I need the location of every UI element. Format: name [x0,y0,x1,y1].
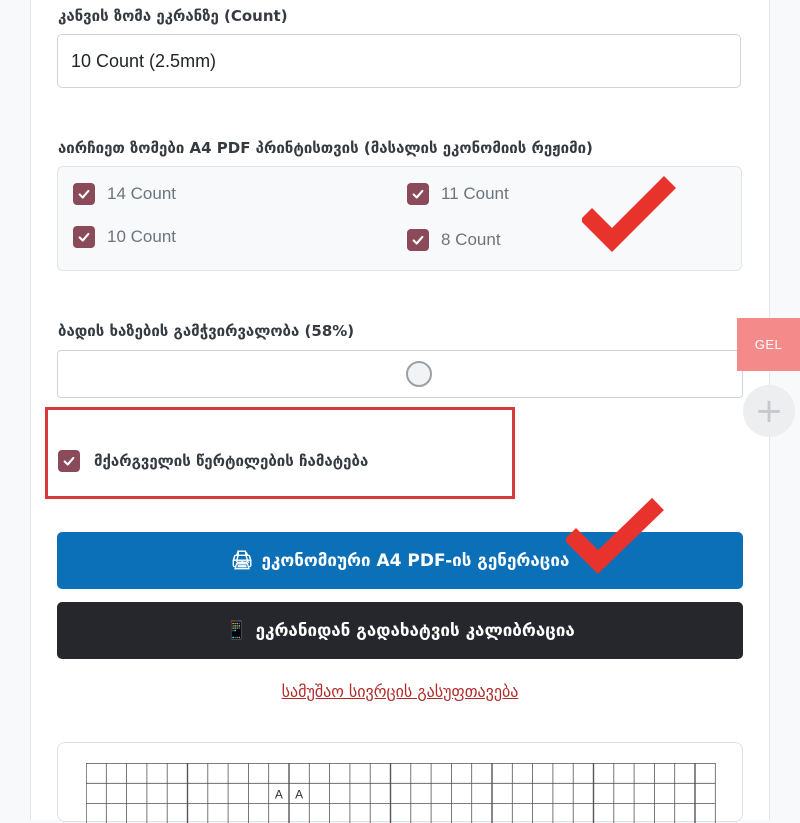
checkbox-checked-icon[interactable] [407,183,429,205]
print-size-option-14[interactable]: 14 Count [73,181,176,207]
print-sizes-label: აირჩიეთ ზომები A4 PDF პრინტისთვის (მასალ… [58,139,593,157]
generate-pdf-label: ეკონომიური A4 PDF-ის გენერაცია [261,550,570,571]
slider-thumb[interactable] [406,361,432,387]
phone-icon: 📱 [225,620,248,641]
print-size-option-label: 14 Count [107,184,176,203]
printer-icon: 🖨 [230,550,254,571]
clear-workspace-link[interactable]: სამუშაო სივრცის გასუფთავება [0,682,800,701]
print-size-option-label: 11 Count [441,184,509,203]
print-size-option-11[interactable]: 11 Count [407,181,509,207]
calibrate-label: ეკრანიდან გადახატვის კალიბრაცია [255,620,575,641]
checkbox-checked-icon[interactable] [73,183,95,205]
currency-badge[interactable]: GEL [737,318,800,371]
canvas-size-value: 10 Count (2.5mm) [71,50,217,71]
preview-grid: AA [86,763,716,823]
print-size-option-label: 8 Count [441,230,501,249]
checkbox-checked-icon[interactable] [73,226,95,248]
calibrate-button[interactable]: 📱 ეკრანიდან გადახატვის კალიბრაცია [57,602,743,659]
print-size-option-10[interactable]: 10 Count [73,224,176,250]
red-checkmark-icon [566,498,664,574]
marker-dots-label: მქარგველის წერტილების ჩამატება [94,452,369,470]
red-checkmark-icon [582,176,676,252]
grid-opacity-slider[interactable] [57,350,743,398]
marker-dots-option[interactable]: მქარგველის წერტილების ჩამატება [58,448,368,474]
canvas-size-input[interactable]: 10 Count (2.5mm) [57,34,741,88]
grid-opacity-label: ბადის ხაზების გამჭვირვალობა (58%) [58,322,355,340]
checkbox-checked-icon[interactable] [58,450,80,472]
add-icon[interactable]: + [743,385,795,437]
print-size-option-label: 10 Count [107,227,176,246]
pattern-preview: AA [57,742,743,823]
print-size-option-8[interactable]: 8 Count [407,227,501,253]
checkbox-checked-icon[interactable] [407,229,429,251]
canvas-size-label: კანვის ზომა ეკრანზე (Count) [58,7,288,25]
